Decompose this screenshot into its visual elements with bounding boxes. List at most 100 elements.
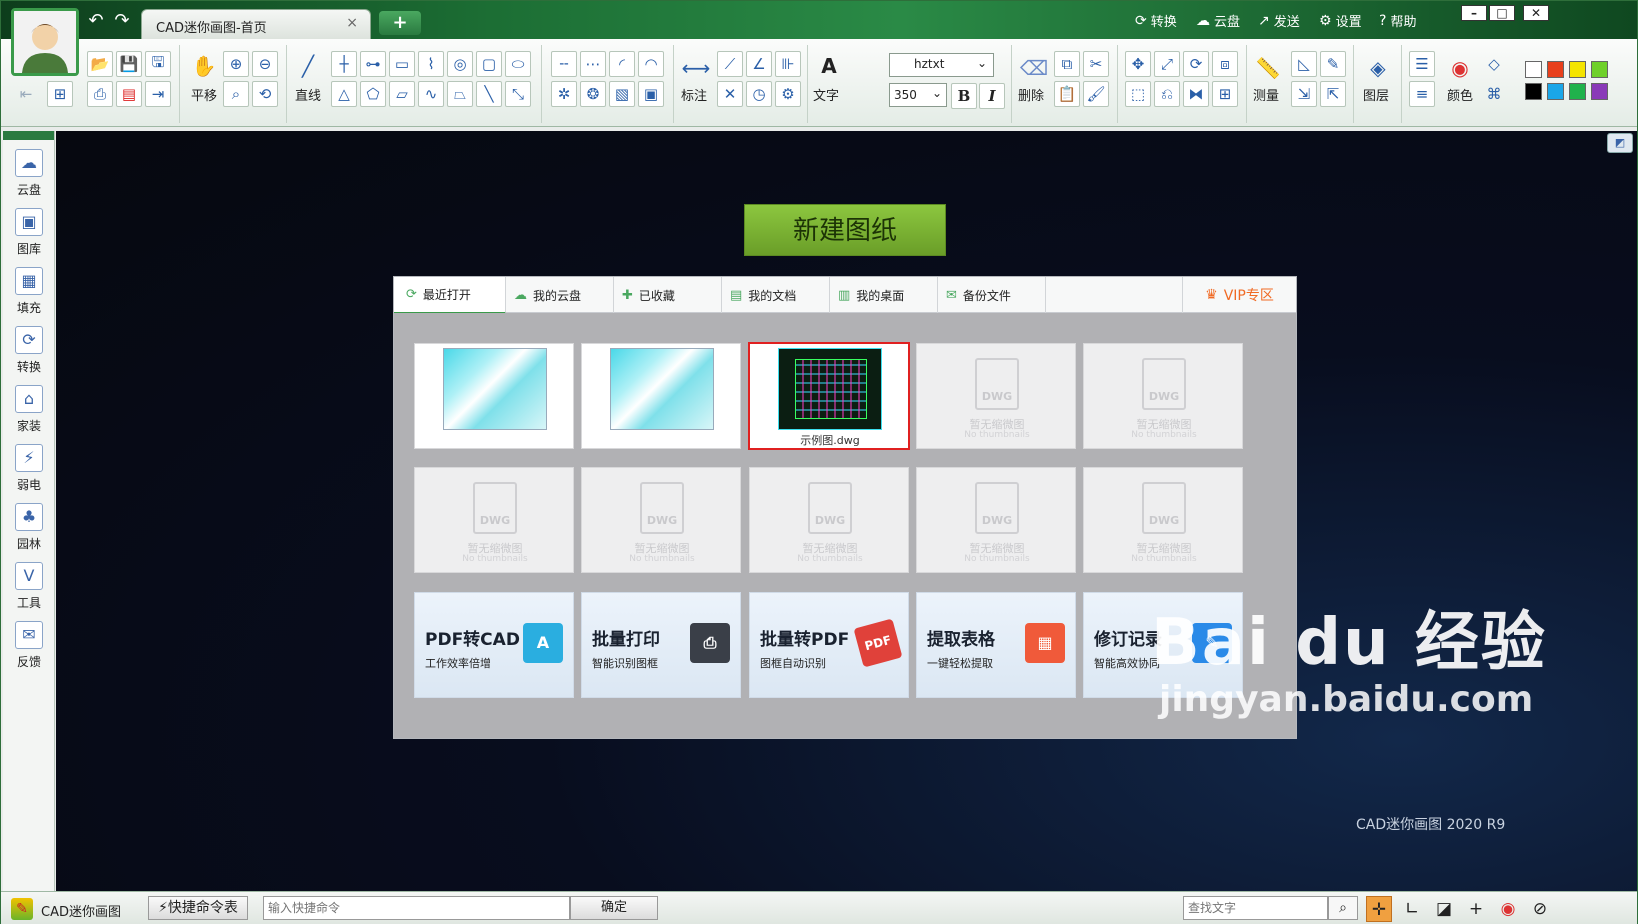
redo-icon[interactable]: ↷ [111, 11, 133, 31]
sidebar-item-fill[interactable]: ▦ 填充 [3, 267, 55, 316]
open-icon[interactable]: 📂 [87, 51, 113, 77]
paste-icon[interactable]: 📋 [1054, 81, 1080, 107]
mirror-icon[interactable]: ⧓ [1183, 81, 1209, 107]
color-wheel-icon[interactable]: ◉ [1445, 53, 1475, 83]
arc-corner-icon[interactable]: ◜ [609, 51, 635, 77]
close-button[interactable]: ✕ [1523, 5, 1549, 21]
back-icon[interactable]: ⇤ [13, 81, 39, 107]
tab-my-desktop[interactable]: ▥ 我的桌面 [826, 277, 938, 313]
angle-dim-icon[interactable]: ∠ [746, 51, 772, 77]
tab-recent[interactable]: ⟳ 最近打开 [394, 277, 506, 314]
trapezoid-icon[interactable]: ⏢ [447, 81, 473, 107]
rectangle-icon[interactable]: ▢ [476, 51, 502, 77]
bold-button[interactable]: B [951, 83, 977, 109]
array-icon[interactable]: ⧈ [1212, 51, 1238, 77]
move-icon[interactable]: ✥ [1125, 51, 1151, 77]
ruler-icon[interactable]: 📏 [1253, 53, 1283, 83]
diagonal-icon[interactable]: ╲ [476, 81, 502, 107]
feature-batch-print[interactable]: 批量打印 智能识别图框 ⎙ [581, 592, 741, 698]
pencil-icon[interactable]: ✎ [1320, 51, 1346, 77]
export-icon[interactable]: ⇥ [145, 81, 171, 107]
user-avatar[interactable] [11, 8, 79, 76]
arrow-line-icon[interactable]: ⤡ [505, 81, 531, 107]
cloud-shape-icon[interactable]: ⬭ [505, 51, 531, 77]
minimize-button[interactable]: – [1461, 5, 1487, 21]
color-label[interactable]: 颜色 [1447, 85, 1473, 104]
save-as-icon[interactable]: 🖫 [145, 51, 171, 77]
tab-my-documents[interactable]: ▤ 我的文档 [718, 277, 830, 313]
zoom-window-icon[interactable]: ⌕ [223, 81, 249, 107]
text-label[interactable]: 文字 [813, 85, 839, 104]
zoom-in-icon[interactable]: ⊕ [223, 51, 249, 77]
color-swatch[interactable] [1547, 83, 1564, 100]
color-swatch[interactable] [1569, 83, 1586, 100]
circle-icon[interactable]: ◎ [447, 51, 473, 77]
cut-icon[interactable]: ✂ [1083, 51, 1109, 77]
menu-convert[interactable]: ⟳ 转换 [1135, 11, 1177, 31]
find-text-input[interactable] [1183, 896, 1328, 920]
parallelogram-icon[interactable]: ▱ [389, 81, 415, 107]
new-drawing-button[interactable]: 新建图纸 [744, 204, 946, 256]
italic-button[interactable]: I [979, 83, 1005, 109]
triangle-icon[interactable]: △ [331, 81, 357, 107]
match-properties-icon[interactable]: 🖌 [1083, 81, 1109, 107]
hatch-icon[interactable]: ▧ [609, 81, 635, 107]
copy-icon[interactable]: ⧉ [1054, 51, 1080, 77]
export-pdf-icon[interactable]: ▤ [116, 81, 142, 107]
new-tab-button[interactable]: + [379, 11, 421, 35]
confirm-button[interactable]: 确定 [570, 896, 658, 920]
new-file-icon[interactable]: ⊞ [47, 81, 73, 107]
offset-icon[interactable]: ⎌ [1154, 81, 1180, 107]
radius-dim-icon[interactable]: ◷ [746, 81, 772, 107]
sidebar-item-convert[interactable]: ⟳ 转换 [3, 326, 55, 375]
zoom-extents-icon[interactable]: ⟲ [252, 81, 278, 107]
line-weight-icon[interactable]: ☰ [1409, 51, 1435, 77]
tab-home[interactable]: CAD迷你画图-首页 × [141, 9, 371, 39]
image-icon[interactable]: ▣ [638, 81, 664, 107]
color-swatch[interactable] [1569, 61, 1586, 78]
vip-zone-button[interactable]: ♛ VIP专区 [1182, 277, 1296, 313]
line-icon[interactable]: ╱ [293, 51, 323, 81]
print-icon[interactable]: ⎙ [87, 81, 113, 107]
revision-cloud-icon[interactable]: ❂ [580, 81, 606, 107]
dash-line-icon[interactable]: ╌ [551, 51, 577, 77]
color-swatch[interactable] [1525, 61, 1542, 78]
search-icon[interactable]: ⌕ [1328, 896, 1358, 920]
curve-icon[interactable]: ∿ [418, 81, 444, 107]
color-swatch[interactable] [1547, 61, 1564, 78]
area-icon[interactable]: ◺ [1291, 51, 1317, 77]
measure-label[interactable]: 测量 [1253, 85, 1279, 104]
arc-icon[interactable]: ◠ [638, 51, 664, 77]
sidebar-item-landscape[interactable]: ♣ 园林 [3, 503, 55, 552]
sidebar-item-cloud[interactable]: ☁ 云盘 [3, 149, 55, 198]
color-wheel-icon[interactable]: ◉ [1495, 896, 1521, 922]
feature-batch-to-pdf[interactable]: 批量转PDF 图框自动识别 PDF [749, 592, 909, 698]
ortho-icon[interactable]: ∟ [1399, 896, 1425, 922]
undo-icon[interactable]: ↶ [85, 11, 107, 31]
polyline-icon[interactable]: ┼ [331, 51, 357, 77]
menu-cloud[interactable]: ☁ 云盘 [1196, 11, 1240, 31]
line-type-icon[interactable]: ≡ [1409, 81, 1435, 107]
feature-extract-table[interactable]: 提取表格 一键轻松提取 ▦ [916, 592, 1076, 698]
tab-my-cloud[interactable]: ☁ 我的云盘 [502, 277, 614, 313]
link-icon[interactable]: ⌘ [1481, 81, 1507, 107]
crosshair-icon[interactable]: + [1463, 896, 1489, 922]
aligned-dim-icon[interactable]: ⟋ [717, 51, 743, 77]
eraser-icon[interactable]: ⌫ [1019, 53, 1049, 83]
orbit-icon[interactable]: ⊘ [1527, 896, 1553, 922]
tab-favorites[interactable]: ✚ 已收藏 [610, 277, 722, 313]
sidebar-item-home-decor[interactable]: ⌂ 家装 [3, 385, 55, 434]
spline-icon[interactable]: ⌇ [418, 51, 444, 77]
recent-file-thumbnail[interactable] [581, 343, 741, 449]
gear-shape-icon[interactable]: ✲ [551, 81, 577, 107]
rotate-icon[interactable]: ⟳ [1183, 51, 1209, 77]
coordinate-dim-icon[interactable]: ✕ [717, 81, 743, 107]
zoom-out-icon[interactable]: ⊖ [252, 51, 278, 77]
drawing-canvas[interactable]: ◩ 新建图纸 ⟳ 最近打开 ☁ 我的云盘 ✚ 已收藏 ▤ 我的文档 ▥ 我的桌面… [56, 131, 1637, 891]
pan-icon[interactable]: ✋ [189, 51, 219, 81]
multiline-icon[interactable]: ⊶ [360, 51, 386, 77]
color-swatch[interactable] [1525, 83, 1542, 100]
layers-icon[interactable]: ◈ [1363, 53, 1393, 83]
pan-label[interactable]: 平移 [191, 85, 217, 104]
tab-close-icon[interactable]: × [346, 15, 358, 31]
